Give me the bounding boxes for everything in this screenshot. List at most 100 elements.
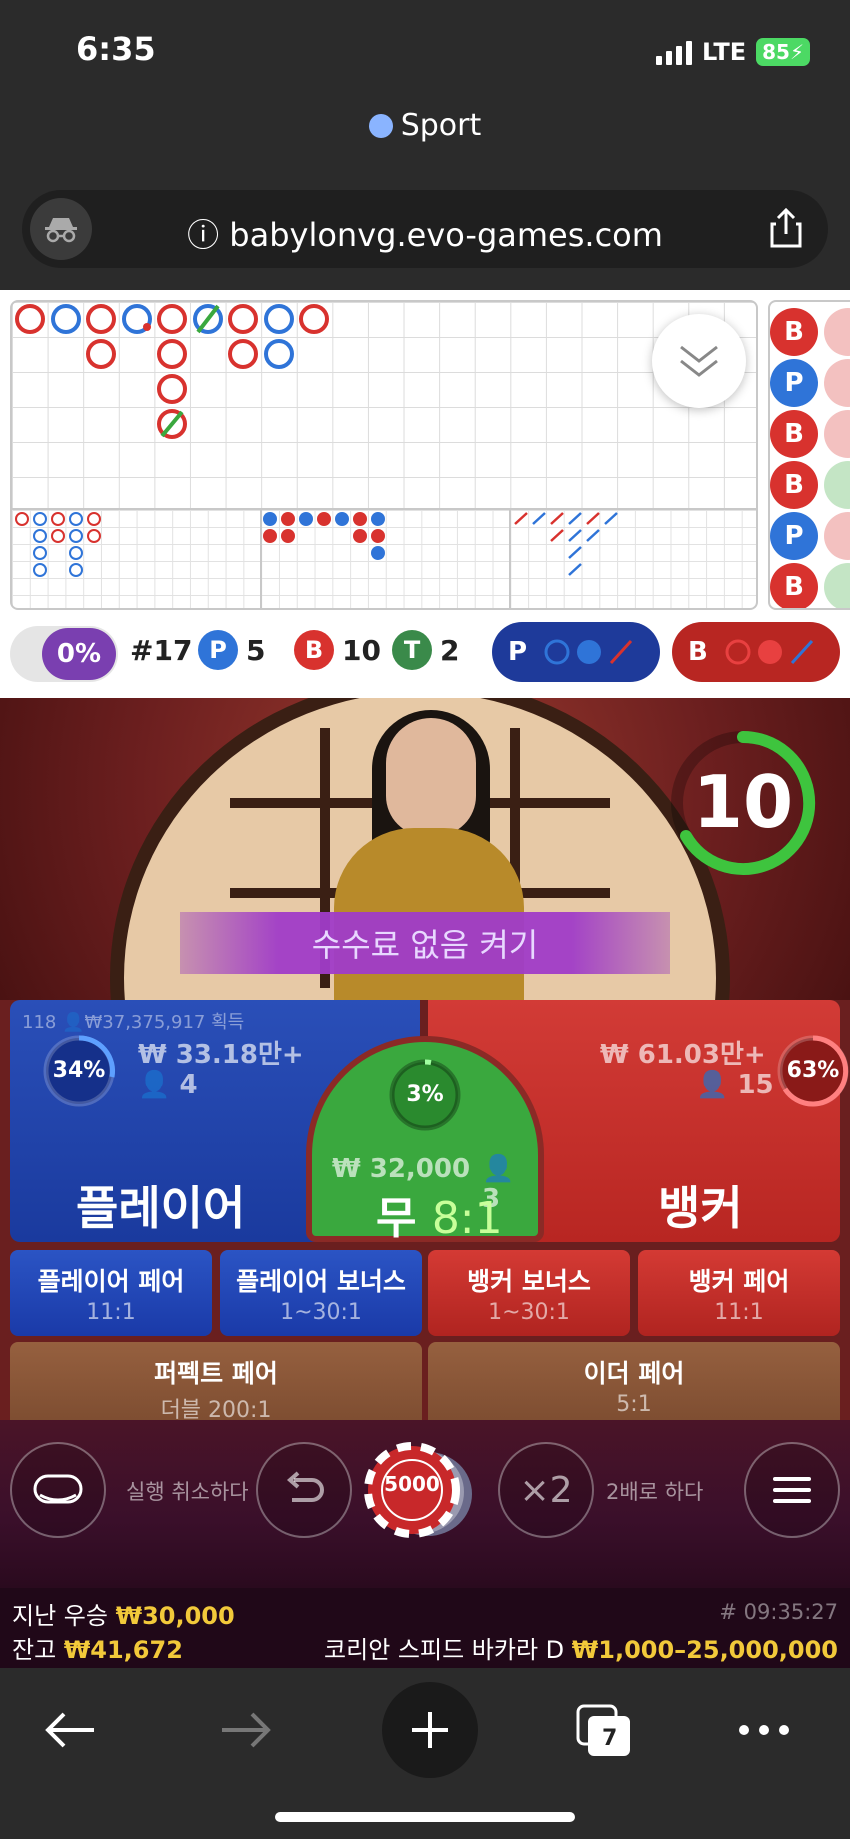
dealer-face [386, 718, 476, 836]
bead-item: B [770, 563, 818, 608]
player-win-info: 118 👤₩37,375,917 획득 [22, 1012, 245, 1033]
signal-icon [656, 39, 693, 65]
tab-count: 7 [602, 1726, 618, 1751]
derived-road-marks [15, 512, 618, 577]
banker-bettors: 👤 15 [696, 1070, 774, 1100]
bead-item: P [770, 359, 818, 407]
divider [260, 510, 262, 608]
win-percent: 0% [42, 628, 116, 680]
countdown-timer: 10 [692, 760, 794, 844]
tab-group-dot-icon [368, 114, 393, 138]
tabs-icon[interactable]: 7 [564, 1692, 644, 1768]
game-info-bar: 지난 우승 ₩30,000 # 09:35:27 잔고 ₩41,672 코리안 … [0, 1588, 850, 1668]
tab-group-label: Sport [400, 108, 482, 143]
tie-label: 무 8:1 [376, 1182, 503, 1246]
banker-pair-bet[interactable]: 뱅커 페어 11:1 [638, 1250, 840, 1336]
home-indicator [275, 1812, 575, 1822]
big-road-marks [15, 304, 329, 439]
banker-label: 뱅커 [658, 1181, 743, 1235]
perfect-pair-label: 퍼펙트 페어 [154, 1359, 278, 1388]
bead-item [824, 410, 850, 458]
banker-ask-icons [725, 639, 813, 665]
win-percent-toggle[interactable]: 0% [10, 626, 118, 682]
round-number: #17 [130, 634, 193, 667]
bead-item [824, 308, 850, 356]
bead-item [824, 359, 850, 407]
derived-roads [10, 510, 758, 610]
bead-item: P [770, 512, 818, 560]
either-pair-payout: 5:1 [616, 1392, 652, 1417]
forward-arrow-icon[interactable] [206, 1692, 286, 1768]
player-win-count: 118 [22, 1012, 57, 1033]
bet-controls: 실행 취소하다 5000 ×2 2배로 하다 [0, 1420, 850, 1588]
table-limits: ₩1,000–25,000,000 [571, 1636, 838, 1664]
banker-ask-button[interactable]: B [672, 622, 840, 682]
network-label: LTE [702, 38, 747, 66]
perfect-pair-bet[interactable]: 퍼펙트 페어 더블 200:1 [10, 1342, 422, 1428]
bead-plate: B P B B P B [768, 300, 850, 610]
tie-count-badge: T [392, 630, 432, 670]
tab-group-title[interactable]: Sport [0, 108, 850, 143]
chip-value: 5000 [384, 1472, 440, 1496]
last-win-label: 지난 우승 [12, 1602, 108, 1630]
either-pair-label: 이더 페어 [583, 1359, 685, 1388]
player-count: 5 [246, 634, 266, 667]
address-bar[interactable]: ⓘ babylonvg.evo-games.com [22, 190, 828, 268]
player-ask-button[interactable]: P [492, 622, 660, 682]
no-commission-toggle[interactable]: 수수료 없음 켜기 [180, 912, 670, 974]
collapse-roadmap-button[interactable] [652, 314, 746, 408]
either-pair-bet[interactable]: 이더 페어 5:1 [428, 1342, 840, 1428]
banker-bonus-bet[interactable]: 뱅커 보너스 1~30:1 [428, 1250, 630, 1336]
url-value: babylonvg.evo-games.com [229, 216, 663, 254]
status-indicators: LTE 85⚡ [656, 38, 810, 66]
player-ask-icons [544, 639, 633, 665]
undo-icon[interactable] [256, 1442, 352, 1538]
player-bettors-count: 4 [179, 1070, 198, 1100]
banker-bonus-payout: 1~30:1 [488, 1300, 570, 1325]
battery-icon: 85⚡ [756, 38, 810, 66]
player-label: 플레이어 [76, 1181, 246, 1235]
tie-bet-total: ₩ 32,000 [332, 1154, 471, 1184]
game-id: # 09:35:27 [719, 1600, 838, 1624]
player-pct: 34% [52, 1058, 106, 1083]
url-text: ⓘ babylonvg.evo-games.com [187, 216, 663, 254]
bead-item: B [770, 461, 818, 509]
browser-bottom-bar: 7 [0, 1668, 850, 1839]
player-bet-total: ₩ 33.18만+ [138, 1040, 304, 1070]
bead-item: B [770, 308, 818, 356]
menu-icon[interactable] [744, 1442, 840, 1538]
tie-pct: 3% [406, 1082, 444, 1107]
double-label: 2배로 하다 [606, 1480, 704, 1504]
table-view-icon[interactable] [10, 1442, 106, 1538]
player-count-badge: P [198, 630, 238, 670]
last-win-value: ₩30,000 [115, 1602, 235, 1630]
balance: 잔고 ₩41,672 [12, 1630, 183, 1665]
banker-ask-label: B [688, 637, 708, 667]
bead-item [824, 512, 850, 560]
table-info: 코리안 스피드 바카라 D ₩1,000–25,000,000 [324, 1630, 838, 1665]
roadmap-stats: 0% #17 P 5 B 10 T 2 P B [0, 620, 850, 690]
player-bonus-label: 플레이어 보너스 [236, 1267, 406, 1296]
player-ask-label: P [508, 637, 528, 667]
tie-payout: 8:1 [431, 1193, 503, 1244]
player-win-amount: ₩37,375,917 획득 [84, 1012, 245, 1033]
banker-pair-payout: 11:1 [714, 1300, 764, 1325]
player-pair-label: 플레이어 페어 [37, 1267, 185, 1296]
player-pair-bet[interactable]: 플레이어 페어 11:1 [10, 1250, 212, 1336]
live-dealer-video: 10 수수료 없음 켜기 [0, 698, 850, 1000]
player-bonus-bet[interactable]: 플레이어 보너스 1~30:1 [220, 1250, 422, 1336]
double-icon[interactable]: ×2 [498, 1442, 594, 1538]
banker-count-badge: B [294, 630, 334, 670]
back-arrow-icon[interactable] [30, 1692, 110, 1768]
roadmap-panel: B P B B P B 0% #17 P 5 B 10 T 2 P B [0, 290, 850, 698]
bead-item [824, 461, 850, 509]
undo-label: 실행 취소하다 [126, 1480, 249, 1504]
banker-bonus-label: 뱅커 보너스 [467, 1267, 591, 1296]
new-tab-plus-icon[interactable] [382, 1682, 478, 1778]
more-icon[interactable] [724, 1692, 804, 1768]
divider [509, 510, 511, 608]
last-win: 지난 우승 ₩30,000 [12, 1596, 235, 1631]
share-icon[interactable] [762, 204, 810, 252]
betting-area: 118 👤₩37,375,917 획득 34% ₩ 33.18만+ 👤 4 플레… [0, 1000, 850, 1428]
battery-level: 85 [762, 40, 790, 64]
